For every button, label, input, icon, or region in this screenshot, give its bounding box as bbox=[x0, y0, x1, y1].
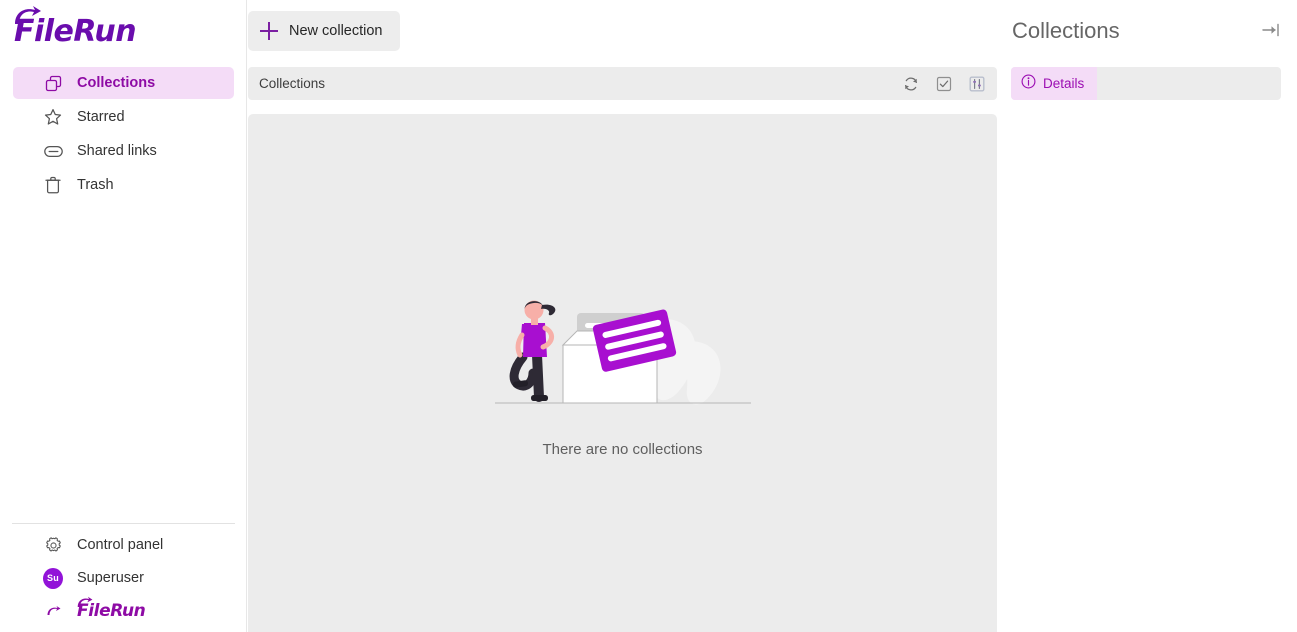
sidebar-item-label: Superuser bbox=[77, 570, 144, 586]
sidebar-nav: Collections Starred Shared links Trash bbox=[0, 67, 247, 203]
link-icon bbox=[43, 141, 63, 161]
sidebar-footer-wordmark: FileRun bbox=[77, 596, 146, 621]
avatar-initials: Su bbox=[43, 567, 63, 589]
sidebar-item-user[interactable]: Su Superuser bbox=[13, 563, 234, 593]
app-logo[interactable]: FileRun bbox=[14, 6, 137, 51]
new-collection-label: New collection bbox=[289, 23, 383, 39]
empty-state-message: There are no collections bbox=[542, 441, 703, 458]
empty-state: There are no collections bbox=[248, 295, 997, 458]
gear-icon bbox=[43, 535, 63, 555]
sidebar-item-label: Trash bbox=[77, 177, 114, 193]
sidebar-item-starred[interactable]: Starred bbox=[13, 101, 234, 133]
tab-details[interactable]: Details bbox=[1011, 67, 1098, 100]
avatar: Su bbox=[43, 567, 63, 589]
refresh-icon[interactable] bbox=[900, 73, 922, 95]
logo-swoosh-small-icon bbox=[77, 596, 93, 607]
tab-details-label: Details bbox=[1043, 76, 1085, 91]
sidebar-bottom-nav: Control panel Su Superuser FileRun bbox=[0, 530, 247, 626]
details-panel: Collections Details bbox=[997, 0, 1297, 632]
sidebar-item-label: Control panel bbox=[77, 537, 164, 553]
main-column: New collection Collections There are no … bbox=[247, 0, 997, 632]
sidebar-item-trash[interactable]: Trash bbox=[13, 169, 234, 201]
sidebar-item-label: Collections bbox=[77, 75, 156, 91]
collections-icon bbox=[43, 73, 63, 93]
sidebar-item-collections[interactable]: Collections bbox=[13, 67, 234, 99]
content-panel: There are no collections bbox=[248, 114, 997, 632]
collapse-right-icon[interactable] bbox=[1262, 22, 1280, 38]
details-panel-tabbar: Details bbox=[1011, 67, 1281, 100]
sidebar-divider bbox=[12, 523, 235, 524]
sidebar-footer-brand[interactable]: FileRun bbox=[13, 596, 234, 626]
plus-icon bbox=[260, 22, 278, 40]
sidebar: FileRun Collections Starred Shared links… bbox=[0, 0, 247, 632]
sidebar-item-control-panel[interactable]: Control panel bbox=[13, 530, 234, 560]
logo-swoosh-icon bbox=[43, 601, 63, 621]
info-circle-icon bbox=[1021, 74, 1036, 94]
select-checkbox-icon[interactable] bbox=[933, 73, 955, 95]
content-toolbar: Collections bbox=[248, 67, 997, 100]
sidebar-item-shared-links[interactable]: Shared links bbox=[13, 135, 234, 167]
sidebar-item-label: Shared links bbox=[77, 143, 157, 159]
logo-swoosh-icon bbox=[15, 6, 41, 24]
new-collection-button[interactable]: New collection bbox=[248, 11, 400, 51]
toolbar-actions bbox=[900, 73, 988, 95]
sidebar-item-label: Starred bbox=[77, 109, 125, 125]
details-panel-title: Collections bbox=[1012, 18, 1120, 43]
star-icon bbox=[43, 107, 63, 127]
breadcrumb: Collections bbox=[259, 76, 326, 91]
empty-collections-illustration bbox=[494, 300, 751, 405]
trash-icon bbox=[43, 175, 63, 195]
sort-options-icon[interactable] bbox=[966, 73, 988, 95]
